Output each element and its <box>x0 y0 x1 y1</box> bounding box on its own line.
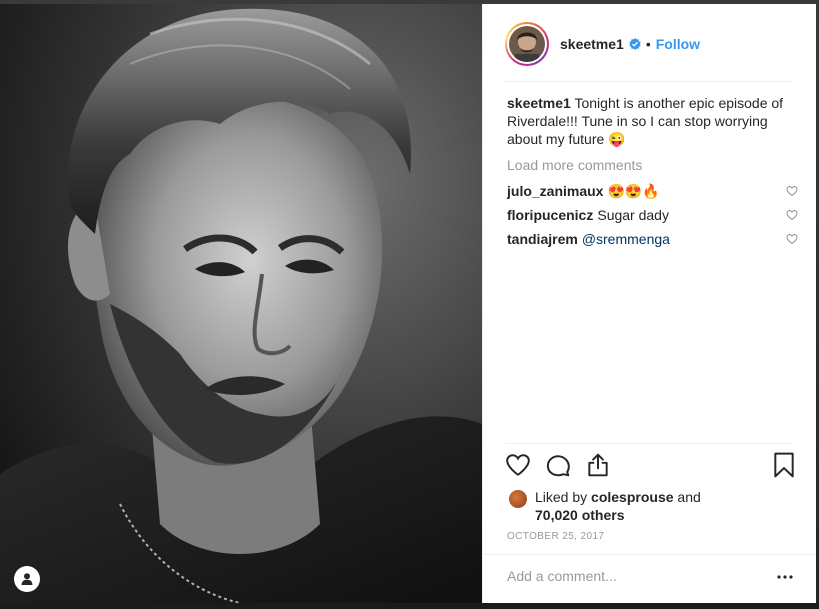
header-separator: • <box>645 36 651 52</box>
avatar-image <box>509 26 545 62</box>
comment-like-icon[interactable] <box>786 185 798 197</box>
comment-item: tandiajrem @sremmenga <box>507 230 798 248</box>
comment-text: 😍😍🔥 <box>607 183 660 199</box>
follow-button[interactable]: Follow <box>656 36 700 52</box>
post-date[interactable]: OCTOBER 25, 2017 <box>507 531 604 542</box>
caption-username[interactable]: skeetme1 <box>507 95 571 111</box>
comment-username[interactable]: floripucenicz <box>507 207 593 223</box>
comment-username[interactable]: julo_zanimaux <box>507 183 603 199</box>
load-more-comments-button[interactable]: Load more comments <box>507 157 642 173</box>
add-comment-input[interactable] <box>507 568 737 584</box>
liker-username[interactable]: colesprouse <box>591 489 673 505</box>
avatar[interactable] <box>505 22 549 66</box>
post-details-panel: skeetme1 • Follow skeetme1 Tonight is an… <box>482 4 816 603</box>
comment-username[interactable]: tandiajrem <box>507 231 578 247</box>
likes-prefix: Liked by <box>535 489 588 505</box>
more-options-icon[interactable] <box>776 571 794 583</box>
comment-like-icon[interactable] <box>786 233 798 245</box>
comment-like-icon[interactable] <box>786 209 798 221</box>
post-header: skeetme1 • Follow <box>483 4 816 84</box>
background-feed-strip <box>0 603 819 609</box>
likes-summary: Liked by colesprouse and 70,020 others <box>507 488 797 524</box>
portrait-illustration <box>0 4 482 603</box>
comment-icon[interactable] <box>545 452 571 478</box>
actions-divider <box>505 443 792 444</box>
verified-badge-icon <box>629 38 641 50</box>
header-divider <box>505 81 792 82</box>
comment-mention-link[interactable]: @sremmenga <box>582 231 670 247</box>
heart-icon[interactable] <box>505 452 531 478</box>
header-username[interactable]: skeetme1 <box>560 36 624 52</box>
liker-avatar[interactable] <box>509 490 527 508</box>
share-icon[interactable] <box>585 452 611 478</box>
profile-button[interactable] <box>14 566 40 592</box>
comment-item: julo_zanimaux 😍😍🔥 <box>507 182 798 200</box>
comment-item: floripucenicz Sugar dady <box>507 206 798 224</box>
post-caption: skeetme1 Tonight is another epic episode… <box>507 94 797 148</box>
bookmark-icon[interactable] <box>771 452 797 478</box>
profile-icon <box>21 573 33 585</box>
post-actions-bar <box>505 452 795 480</box>
comment-text: Sugar dady <box>597 207 669 223</box>
post-photo[interactable] <box>0 4 482 603</box>
likes-connector: and <box>677 489 701 505</box>
comment-box-divider <box>483 554 816 555</box>
likes-count[interactable]: 70,020 others <box>535 506 797 524</box>
